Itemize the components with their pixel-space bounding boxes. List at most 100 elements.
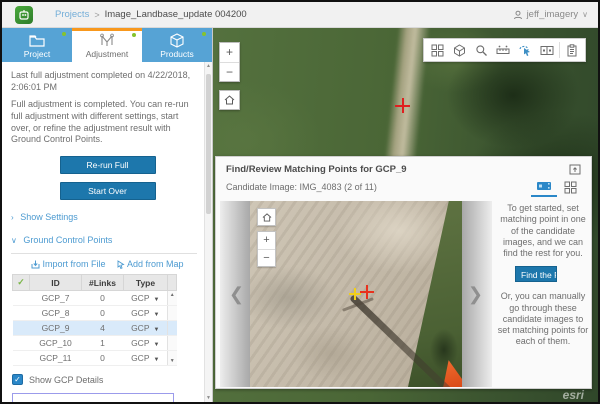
adjustment-panel-body: Last full adjustment completed on 4/22/2…: [2, 62, 213, 402]
tab-products[interactable]: Products: [142, 28, 212, 62]
type-caret-icon[interactable]: ▼: [153, 297, 159, 303]
basemap-icon[interactable]: [448, 39, 470, 61]
type-caret-icon[interactable]: ▼: [153, 312, 159, 318]
candidate-image[interactable]: + −: [250, 201, 462, 387]
app-window: Projects > Image_Landbase_update 004200 …: [0, 0, 600, 404]
show-gcp-details-label: Show GCP Details: [29, 375, 103, 385]
table-scroll-up[interactable]: ▲: [168, 291, 177, 306]
map-zoom-control: + −: [219, 42, 240, 82]
breadcrumb-projects[interactable]: Projects: [55, 9, 89, 20]
esri-watermark: esri: [563, 388, 584, 402]
type-caret-icon[interactable]: ▼: [153, 327, 159, 333]
gcp-section-header[interactable]: ∨ Ground Control Points: [11, 235, 213, 245]
cell-id[interactable]: GCP_11: [30, 351, 82, 366]
table-row-gcp7[interactable]: GCP_7 0 GCP ▼ ▲: [13, 291, 177, 306]
show-settings-row[interactable]: › Show Settings: [11, 212, 213, 222]
app-logo-icon: [15, 6, 33, 24]
left-panel: Project Adjustment Products Last f: [2, 28, 213, 402]
cell-type[interactable]: GCP: [131, 323, 149, 333]
gcp-marker-red-cross: [395, 98, 410, 113]
zoom-out-button[interactable]: −: [220, 62, 239, 81]
image-zoom-out-button[interactable]: −: [258, 249, 275, 266]
cell-links[interactable]: 0: [82, 291, 124, 306]
measure-icon[interactable]: [492, 39, 514, 61]
image-home-button[interactable]: [257, 208, 276, 226]
breadcrumb-separator: >: [94, 10, 99, 20]
table-row-gcp8[interactable]: GCP_8 0 GCP ▼: [13, 306, 177, 321]
gcp-table: ✓ ID #Links Type GCP_7 0 GCP▼ ▲ GCP_8 0: [12, 274, 177, 366]
single-image-view-toggle[interactable]: [531, 177, 557, 197]
start-over-button[interactable]: Start Over: [60, 182, 156, 200]
table-row-gcp10[interactable]: GCP_10 1 GCP ▼: [13, 336, 177, 351]
header-type: Type: [124, 275, 168, 291]
scroll-down-icon[interactable]: ▼: [205, 395, 212, 401]
type-caret-icon[interactable]: ▼: [153, 342, 159, 348]
cell-id[interactable]: GCP_10: [30, 336, 82, 351]
table-scroll-down[interactable]: ▼: [168, 351, 177, 366]
cell-links[interactable]: 0: [82, 306, 124, 321]
search-icon[interactable]: [470, 39, 492, 61]
map-view[interactable]: + −: [213, 28, 598, 402]
adjustment-description: Full adjustment is completed. You can re…: [11, 99, 195, 146]
adjustment-status-text: Last full adjustment completed on 4/22/2…: [11, 70, 195, 93]
cell-type[interactable]: GCP: [131, 338, 149, 348]
gcp-photo-placeholder: Photo not available: [12, 393, 174, 402]
candidate-image-label: Candidate Image: IMG_4083 (2 of 11): [226, 182, 377, 192]
add-from-map-link[interactable]: Add from Map: [127, 259, 184, 269]
table-row-gcp9-selected[interactable]: GCP_9 4 GCP ▼: [13, 321, 177, 336]
header-id: ID: [30, 275, 82, 291]
section-divider: [11, 253, 197, 254]
cell-links[interactable]: 1: [82, 336, 124, 351]
user-menu[interactable]: jeff_imagery ∨: [513, 9, 588, 20]
candidate-image-viewer: + − ❮ ❯: [220, 201, 492, 387]
tab-adjustment[interactable]: Adjustment: [72, 28, 142, 62]
cube-icon: [169, 33, 185, 48]
find-the-rest-button[interactable]: Find the Rest: [515, 266, 557, 282]
page-title: Image_Landbase_update 004200: [105, 9, 247, 20]
gcp-section-label[interactable]: Ground Control Points: [23, 235, 112, 245]
matching-points-panel: Find/Review Matching Points for GCP_9 Ca…: [215, 156, 592, 389]
folder-icon: [28, 34, 46, 48]
cell-type[interactable]: GCP: [131, 308, 149, 318]
check-column-icon: ✓: [17, 277, 25, 287]
scrollbar-thumb[interactable]: [206, 74, 211, 214]
show-gcp-details-checkbox[interactable]: ✓: [12, 374, 23, 385]
clipboard-icon[interactable]: [561, 39, 583, 61]
type-caret-icon[interactable]: ▼: [153, 357, 159, 363]
table-row-gcp11[interactable]: GCP_11 0 GCP ▼ ▼: [13, 351, 177, 366]
zoom-in-button[interactable]: +: [220, 43, 239, 62]
instructions-paragraph-1: To get started, set matching point in on…: [497, 203, 589, 259]
select-points-tool-icon-active[interactable]: [514, 39, 536, 61]
previous-image-chevron[interactable]: ❮: [229, 287, 244, 301]
cell-id[interactable]: GCP_8: [30, 306, 82, 321]
home-icon: [224, 95, 235, 105]
panel-scrollbar[interactable]: ▲ ▼: [204, 62, 212, 402]
rerun-full-button[interactable]: Re-run Full: [60, 156, 156, 174]
image-controls: + −: [257, 208, 276, 267]
cell-type[interactable]: GCP: [131, 353, 149, 363]
cell-id[interactable]: GCP_9: [30, 321, 82, 336]
scroll-up-icon[interactable]: ▲: [205, 63, 212, 69]
show-settings-link[interactable]: Show Settings: [20, 212, 78, 222]
gallery-view-toggle[interactable]: [557, 177, 583, 197]
cell-id[interactable]: GCP_7: [30, 291, 82, 306]
cell-type[interactable]: GCP: [131, 293, 149, 303]
matching-panel-title: Find/Review Matching Points for GCP_9: [226, 164, 407, 175]
map-toolbar: [423, 38, 586, 62]
popout-icon[interactable]: [568, 163, 581, 175]
top-bar: Projects > Image_Landbase_update 004200 …: [2, 2, 598, 28]
cell-links[interactable]: 4: [82, 321, 124, 336]
next-image-chevron[interactable]: ❯: [468, 287, 483, 301]
import-from-file-link[interactable]: Import from File: [42, 259, 105, 269]
cell-links[interactable]: 0: [82, 351, 124, 366]
home-extent-button[interactable]: [219, 90, 240, 110]
gcp-red-cross: [360, 285, 374, 299]
tab-products-label: Products: [160, 49, 194, 59]
thumbnails-grid-icon[interactable]: [426, 39, 448, 61]
tab-project[interactable]: Project: [2, 28, 72, 62]
image-zoom-in-button[interactable]: +: [258, 232, 275, 249]
add-from-map-icon: [116, 260, 125, 269]
username-label: jeff_imagery: [527, 9, 579, 20]
split-view-icon[interactable]: [536, 39, 558, 61]
import-file-icon: [31, 260, 40, 269]
